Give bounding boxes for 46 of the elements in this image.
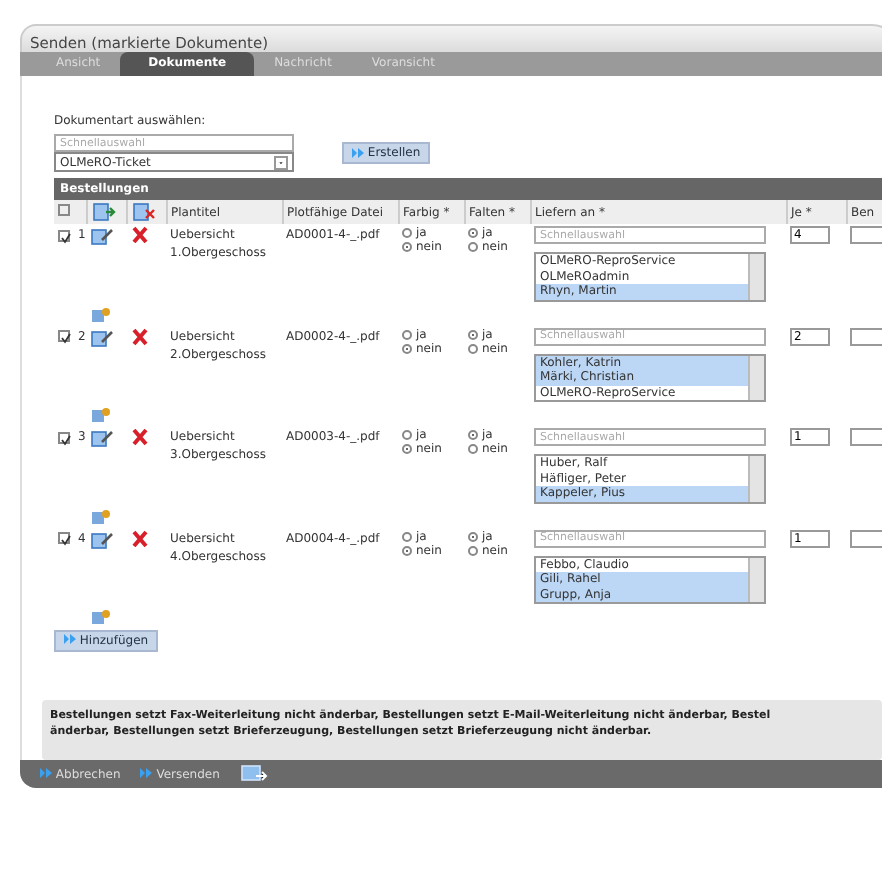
scrollbar[interactable] [748, 456, 764, 502]
send-icon[interactable] [239, 764, 268, 785]
radio-button[interactable] [402, 444, 412, 455]
radio-button[interactable] [468, 531, 478, 542]
radio-button[interactable] [402, 343, 412, 354]
scrollbar[interactable] [748, 557, 764, 603]
radio-button[interactable] [468, 430, 478, 441]
radio-button[interactable] [468, 329, 478, 340]
radio-button[interactable] [468, 343, 478, 354]
double-arrow-icon [40, 768, 52, 779]
double-arrow-icon [352, 147, 364, 158]
checkbox[interactable] [58, 229, 70, 241]
checkbox[interactable] [58, 431, 70, 444]
edit-icon[interactable] [90, 226, 114, 246]
delete-icon[interactable] [130, 529, 150, 548]
checkbox[interactable] [58, 203, 70, 215]
text-field[interactable] [850, 428, 882, 447]
document-arrow-icon[interactable] [91, 202, 115, 222]
radio-button[interactable] [402, 545, 412, 556]
text-field[interactable] [850, 327, 882, 346]
radio-button[interactable] [468, 545, 478, 556]
radio-button[interactable] [468, 228, 478, 238]
radio-button[interactable] [468, 444, 478, 455]
delete-icon[interactable] [130, 327, 150, 346]
double-arrow-icon [64, 634, 76, 645]
edit-icon[interactable] [90, 529, 114, 550]
radio-button[interactable] [468, 242, 478, 252]
edit-icon[interactable] [90, 327, 114, 348]
scrollbar[interactable] [748, 254, 764, 299]
scrollbar[interactable] [748, 355, 764, 401]
radio-button[interactable] [402, 228, 412, 238]
radio-button[interactable] [402, 242, 412, 252]
delete-icon[interactable] [130, 226, 150, 244]
add-person-icon[interactable] [90, 608, 112, 627]
double-arrow-icon [140, 768, 153, 779]
radio-button[interactable] [402, 430, 412, 441]
checkbox[interactable] [58, 532, 70, 545]
radio-button[interactable] [402, 531, 412, 542]
delete-icon[interactable] [130, 428, 150, 447]
document-cross-icon[interactable] [131, 202, 155, 222]
text-field[interactable] [850, 226, 882, 244]
dropdown-arrow-icon[interactable] [274, 155, 288, 169]
edit-icon[interactable] [90, 428, 114, 449]
text-field[interactable] [850, 529, 882, 548]
checkbox[interactable] [58, 330, 70, 343]
radio-button[interactable] [402, 329, 412, 340]
